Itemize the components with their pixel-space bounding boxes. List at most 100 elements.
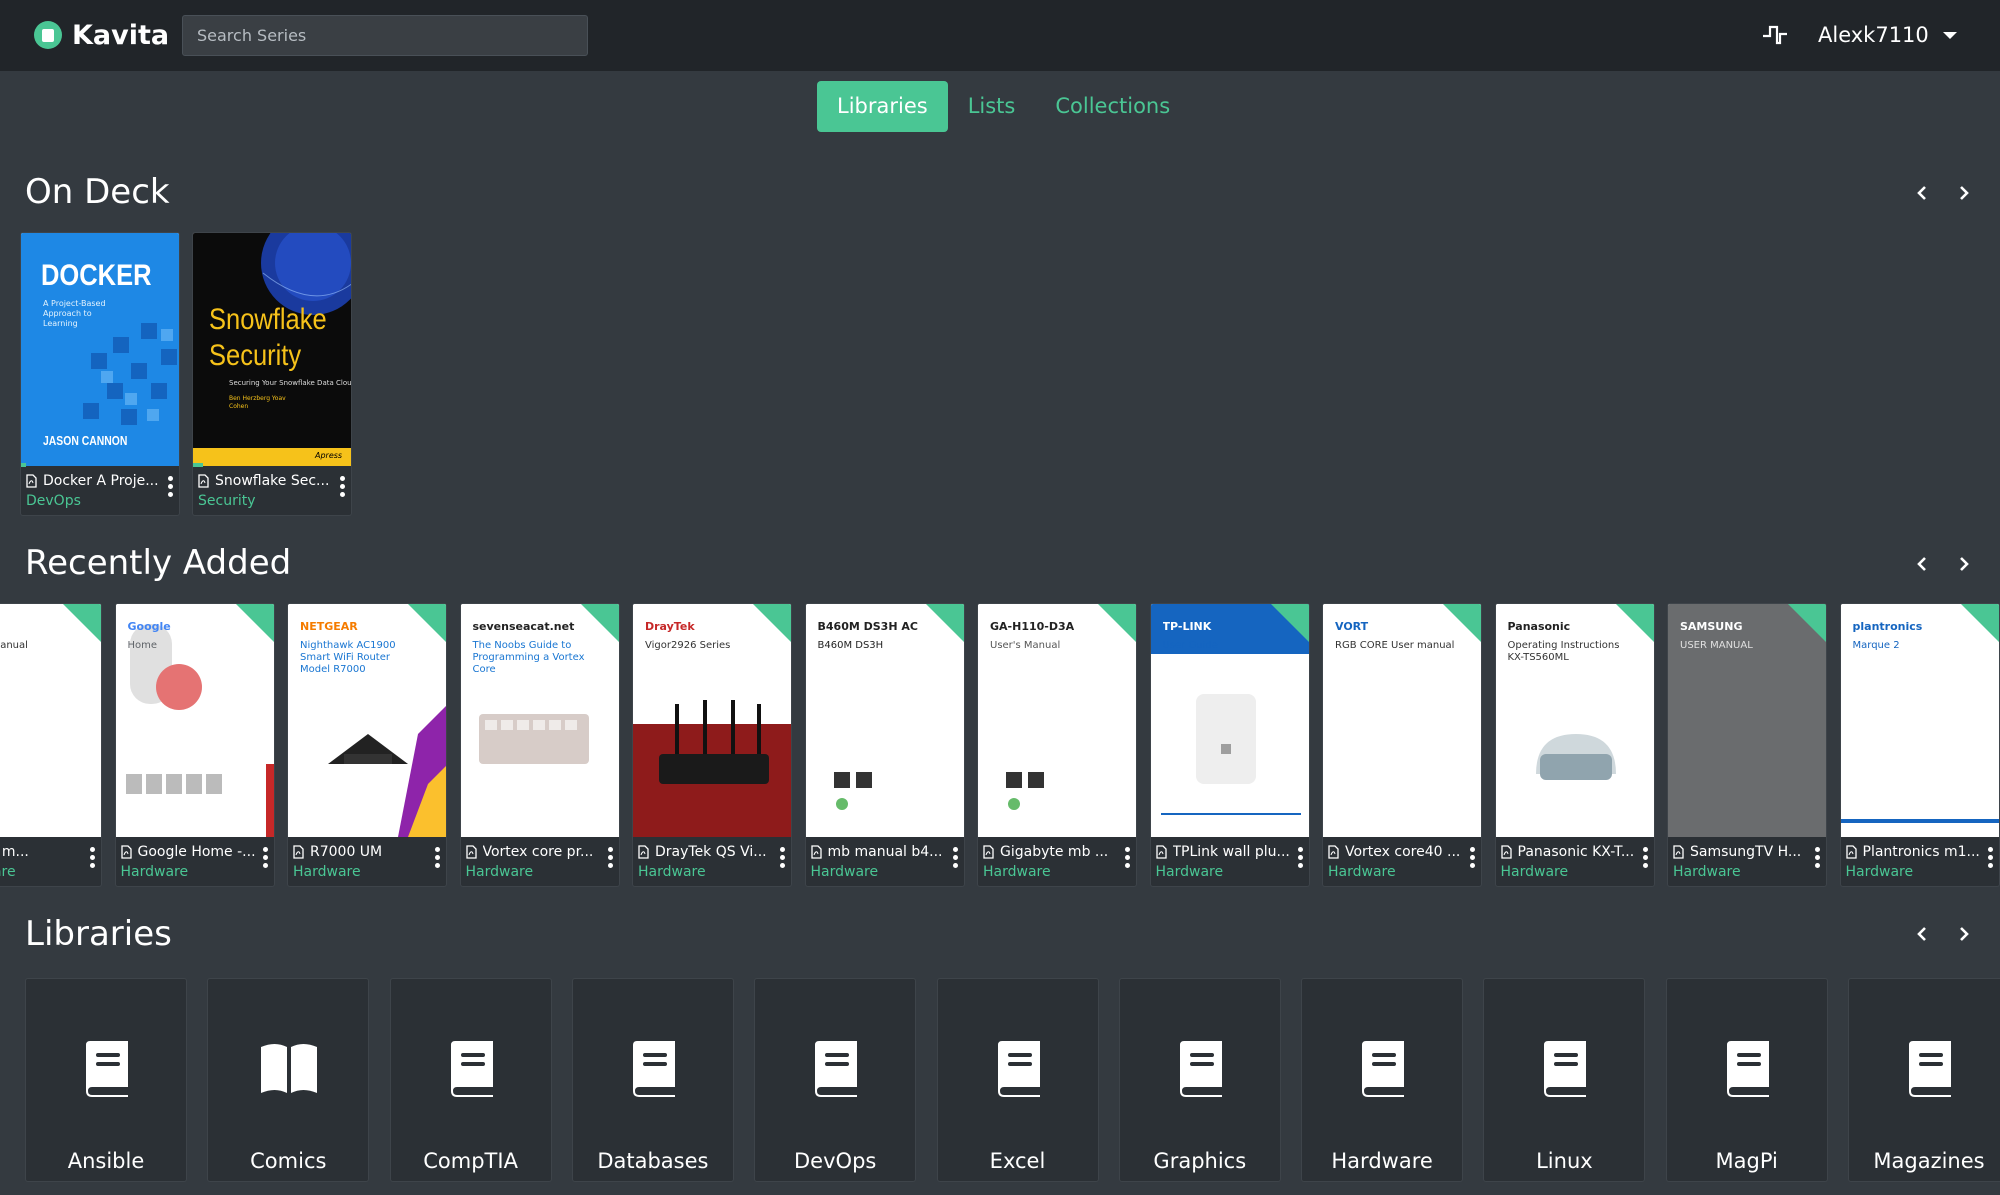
library-link[interactable]: Hardware (121, 864, 189, 880)
series-cover[interactable]: Panasonic Operating Instructions KX-TS560… (1495, 604, 1654, 837)
series-card[interactable]: Panasonic Operating Instructions KX-TS560… (1494, 603, 1655, 887)
book-icon (1358, 1041, 1408, 1097)
series-cover[interactable]: SAMSUNG USER MANUAL (1668, 604, 1826, 837)
kebab-menu-icon[interactable] (780, 847, 786, 869)
series-title[interactable]: Vortex core40 ... (1345, 844, 1463, 860)
kebab-menu-icon[interactable] (1125, 847, 1131, 869)
on-deck-title[interactable]: On Deck (25, 172, 170, 212)
library-link[interactable]: Hardware (1156, 864, 1224, 880)
library-card[interactable]: Excel (936, 978, 1099, 1182)
library-link[interactable]: Hardware (638, 864, 706, 880)
search-input[interactable] (182, 15, 588, 56)
series-title[interactable]: TPLink wall plu... (1173, 844, 1291, 860)
library-card[interactable]: Ansible (25, 978, 187, 1182)
kebab-menu-icon[interactable] (1815, 847, 1821, 869)
series-card[interactable]: VORT RGB CORE User manual Vortex core40 ..… (1322, 603, 1482, 887)
series-card[interactable]: TP-LINK User Guide TPLink wall plu... Hardw… (1149, 603, 1310, 887)
chevron-right-icon[interactable] (1954, 922, 1974, 946)
cover-heading: Snowflake (209, 303, 327, 336)
library-card[interactable]: Graphics (1118, 978, 1281, 1182)
chevron-left-icon[interactable] (1912, 552, 1932, 576)
library-link[interactable]: Hardware (811, 864, 879, 880)
kebab-menu-icon[interactable] (1987, 847, 1994, 869)
card-info: mb manual b4... Hardware (806, 838, 964, 886)
series-cover[interactable]: B460M DS3H AC B460M DS3H (805, 604, 964, 837)
series-cover[interactable]: plantronics Marque 2 (1840, 604, 1999, 837)
library-link[interactable]: Hardware (466, 864, 534, 880)
pulse-icon[interactable] (1762, 24, 1788, 46)
library-link[interactable]: Hardware (1328, 864, 1396, 880)
series-card[interactable]: plantronics Marque 2 Plantronics m1... Hard… (1839, 603, 2000, 887)
series-title[interactable]: Google Home -... (138, 844, 256, 860)
series-card[interactable]: VORTE User manual Core m... Hardware (0, 603, 102, 887)
library-link[interactable]: DevOps (26, 493, 81, 509)
kebab-menu-icon[interactable] (1470, 847, 1476, 869)
kebab-menu-icon[interactable] (262, 847, 269, 869)
kebab-menu-icon[interactable] (168, 476, 174, 498)
series-title[interactable]: Panasonic KX-T... (1518, 844, 1636, 860)
series-cover[interactable]: sevenseacat.net The Noobs Guide to Progra… (460, 604, 619, 837)
chevron-right-icon[interactable] (1954, 552, 1974, 576)
library-link[interactable]: Security (198, 493, 256, 509)
series-card[interactable]: DOCKER A Project-Based Approach to Learn… (20, 232, 180, 516)
series-title[interactable]: Docker A Proje... (43, 473, 161, 489)
recently-added-title[interactable]: Recently Added (25, 543, 291, 583)
series-card[interactable]: Snowflake Security Securing Your Snowfla… (192, 232, 352, 516)
kebab-menu-icon[interactable] (340, 476, 346, 498)
series-cover[interactable]: DrayTek Vigor2926 Series (633, 604, 791, 837)
series-title[interactable]: DrayTek QS Vi... (655, 844, 773, 860)
series-cover[interactable]: GA-H110-D3A User's Manual (978, 604, 1136, 837)
library-card[interactable]: Hardware (1301, 978, 1464, 1182)
series-title[interactable]: mb manual b4... (828, 844, 946, 860)
kebab-menu-icon[interactable] (607, 847, 614, 869)
series-title[interactable]: R7000 UM (310, 844, 428, 860)
kebab-menu-icon[interactable] (1642, 847, 1649, 869)
library-link[interactable]: Hardware (293, 864, 361, 880)
library-link[interactable]: Hardware (0, 864, 16, 880)
series-card[interactable]: NETGEAR Nighthawk AC1900 Smart WiFi Route… (287, 603, 447, 887)
series-cover[interactable]: VORT RGB CORE User manual (1323, 604, 1481, 837)
library-link[interactable]: Hardware (1846, 864, 1914, 880)
tab-lists[interactable]: Lists (948, 81, 1036, 132)
series-cover[interactable]: Google Home (115, 604, 274, 837)
user-menu[interactable]: Alexk7110 (1818, 20, 1957, 50)
chevron-left-icon[interactable] (1912, 181, 1932, 205)
library-card[interactable]: Databases (571, 978, 734, 1182)
series-title[interactable]: Vortex core pr... (483, 844, 601, 860)
series-card[interactable]: sevenseacat.net The Noobs Guide to Progra… (459, 603, 620, 887)
series-title[interactable]: SamsungTV H... (1690, 844, 1808, 860)
library-link[interactable]: Hardware (1501, 864, 1569, 880)
series-title[interactable]: Core m... (0, 844, 83, 860)
series-card[interactable]: DrayTek Vigor2926 Series DrayTek QS Vi... H… (632, 603, 792, 887)
series-card[interactable]: GA-H110-D3A User's Manual Gigabyte mb ... H… (977, 603, 1137, 887)
series-card[interactable]: SAMSUNG USER MANUAL SamsungTV H... Hardware (1667, 603, 1827, 887)
library-card[interactable]: CompTIA (389, 978, 552, 1182)
series-cover[interactable]: DOCKER A Project-Based Approach to Learn… (21, 233, 179, 466)
library-card[interactable]: Magazines (1848, 978, 2000, 1182)
library-card[interactable]: Linux (1483, 978, 1646, 1182)
library-card[interactable]: Comics (207, 978, 370, 1182)
series-cover[interactable]: VORTE User manual (0, 604, 101, 837)
libraries-title[interactable]: Libraries (25, 914, 172, 954)
series-card[interactable]: Google Home Google Home -... Hardware (114, 603, 275, 887)
kebab-menu-icon[interactable] (1297, 847, 1304, 869)
series-title[interactable]: Snowflake Sec... (215, 473, 333, 489)
series-card[interactable]: B460M DS3H AC B460M DS3H mb manual b4... Ha… (804, 603, 965, 887)
kebab-menu-icon[interactable] (952, 847, 959, 869)
library-card[interactable]: MagPi (1665, 978, 1828, 1182)
chevron-left-icon[interactable] (1912, 922, 1932, 946)
chevron-right-icon[interactable] (1954, 181, 1974, 205)
kebab-menu-icon[interactable] (90, 847, 96, 869)
brand[interactable]: Kavita (34, 15, 169, 55)
tab-libraries[interactable]: Libraries (817, 81, 948, 132)
series-cover[interactable]: TP-LINK User Guide (1150, 604, 1309, 837)
library-link[interactable]: Hardware (1673, 864, 1741, 880)
series-title[interactable]: Gigabyte mb ... (1000, 844, 1118, 860)
series-cover[interactable]: NETGEAR Nighthawk AC1900 Smart WiFi Route… (288, 604, 446, 837)
library-link[interactable]: Hardware (983, 864, 1051, 880)
library-card[interactable]: DevOps (754, 978, 917, 1182)
series-cover[interactable]: Snowflake Security Securing Your Snowfla… (193, 233, 351, 466)
tab-collections[interactable]: Collections (1035, 81, 1190, 132)
kebab-menu-icon[interactable] (435, 847, 441, 869)
series-title[interactable]: Plantronics m1... (1863, 844, 1981, 860)
